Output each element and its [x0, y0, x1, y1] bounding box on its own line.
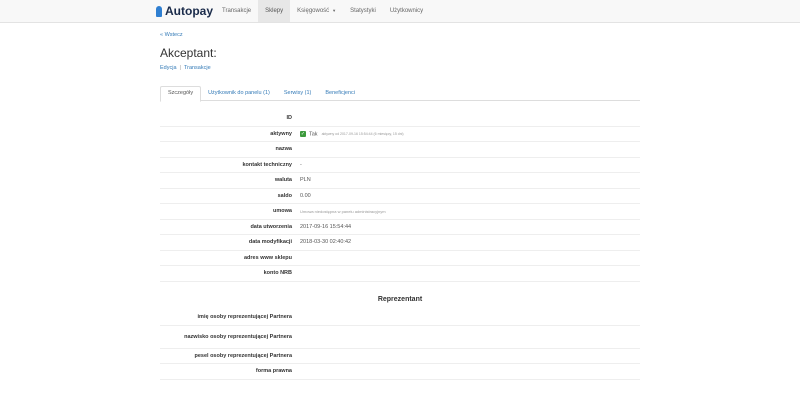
row-id: ID [160, 111, 640, 127]
row-label: aktywny [270, 130, 292, 137]
tab-serwisy[interactable]: Serwisy (1) [277, 86, 319, 101]
check-icon: ✓ [300, 130, 306, 137]
row-value: 2017-09-16 15:54:44 [300, 223, 352, 230]
nav-item-ksiegowosc-label: Księgowość [297, 8, 330, 14]
row-value: - [300, 161, 302, 168]
active-since: aktywny od 2017-09-16 15:54:44 (6 miesię… [321, 131, 404, 136]
row-modified: data modyfikacji 2018-03-30 02:40:42 [160, 235, 640, 251]
representative-section-title: Reprezentant [377, 296, 423, 303]
row-balance: saldo 0.00 [160, 189, 640, 204]
nav-item-sklepy[interactable]: Sklepy [258, 0, 291, 22]
nav-item-transakcje[interactable]: Transakcje [215, 0, 258, 22]
row-rep-legal-form: forma prawna [160, 364, 640, 380]
row-value: ✓ Tak aktywny od 2017-09-16 15:54:44 (6 mi… [300, 130, 640, 137]
row-nrb: konto NRB [160, 266, 640, 282]
row-label: pesel osoby reprezentującej Partnera [194, 352, 292, 359]
detail-tabs: Szczegóły Użytkownik do panelu (1) Serwi… [160, 86, 640, 102]
nav-item-ksiegowosc[interactable]: Księgowość ▼ [290, 0, 343, 22]
separator: | [179, 65, 181, 71]
row-active: aktywny ✓ Tak aktywny od 2017-09-16 15:54:… [160, 127, 640, 142]
row-label: adres www sklepu [244, 254, 292, 261]
row-rep-pesel: pesel osoby reprezentującej Partnera [160, 349, 640, 364]
page-title: Akceptant: [160, 46, 217, 60]
row-label: imię osoby reprezentującej Partnera [197, 314, 292, 321]
row-label: data utworzenia [250, 223, 292, 230]
row-label: umowa [273, 208, 292, 215]
row-www: adres www sklepu [160, 251, 640, 266]
tab-uzytkownik-do-panelu[interactable]: Użytkownik do panelu (1) [201, 86, 277, 101]
transactions-link[interactable]: Transakcje [184, 65, 211, 71]
active-status: Tak [309, 130, 318, 137]
back-link[interactable]: « Wstecz [160, 32, 183, 38]
row-label: waluta [274, 177, 292, 184]
main-nav: Transakcje Sklepy Księgowość ▼ Statystyki… [215, 0, 430, 22]
row-label: data modyfikacji [248, 239, 292, 246]
row-rep-first-name: imię osoby reprezentującej Partnera [160, 310, 640, 326]
row-label: saldo [277, 192, 292, 199]
row-value: PLN [300, 177, 311, 184]
row-value: 2018-03-30 02:40:42 [300, 239, 352, 246]
caret-down-icon: ▼ [332, 8, 337, 13]
edit-link[interactable]: Edycja [160, 65, 177, 71]
row-label: konto NRB [263, 270, 292, 277]
nav-item-uzytkownicy[interactable]: Użytkownicy [383, 0, 430, 22]
tab-szczegoly[interactable]: Szczegóły [160, 86, 202, 102]
row-label: forma prawna [255, 368, 292, 375]
row-label: nazwa [275, 146, 292, 153]
brand-logo[interactable]: Autopay [156, 3, 213, 19]
representative-table: imię osoby reprezentującej Partnera nazw… [160, 310, 640, 380]
nav-item-statystyki[interactable]: Statystyki [343, 0, 383, 22]
row-agreement: umowa Umowa niedostępna w panelu adminis… [160, 204, 640, 220]
row-label: ID [286, 115, 293, 122]
row-currency: waluta PLN [160, 173, 640, 189]
row-tech-contact: kontakt techniczny - [160, 158, 640, 173]
row-created: data utworzenia 2017-09-16 15:54:44 [160, 220, 640, 235]
details-table: ID aktywny ✓ Tak aktywny od 2017-09-16 15:… [160, 111, 640, 282]
row-label: nazwisko osoby reprezentującej Partnera [184, 333, 292, 340]
action-links: Edycja | Transakcje [160, 65, 211, 71]
row-name: nazwa [160, 142, 640, 158]
brand-name: Autopay [165, 4, 213, 18]
row-value: 0.00 [300, 192, 311, 199]
tab-beneficjenci[interactable]: Beneficjenci [318, 86, 362, 101]
row-value: Umowa niedostępna w panelu administracyj… [300, 208, 386, 214]
row-rep-last-name: nazwisko osoby reprezentującej Partnera [160, 326, 640, 349]
row-label: kontakt techniczny [242, 161, 292, 168]
autopay-logo-icon [156, 5, 162, 17]
top-navbar: Autopay Transakcje Sklepy Księgowość ▼ St… [0, 0, 800, 23]
